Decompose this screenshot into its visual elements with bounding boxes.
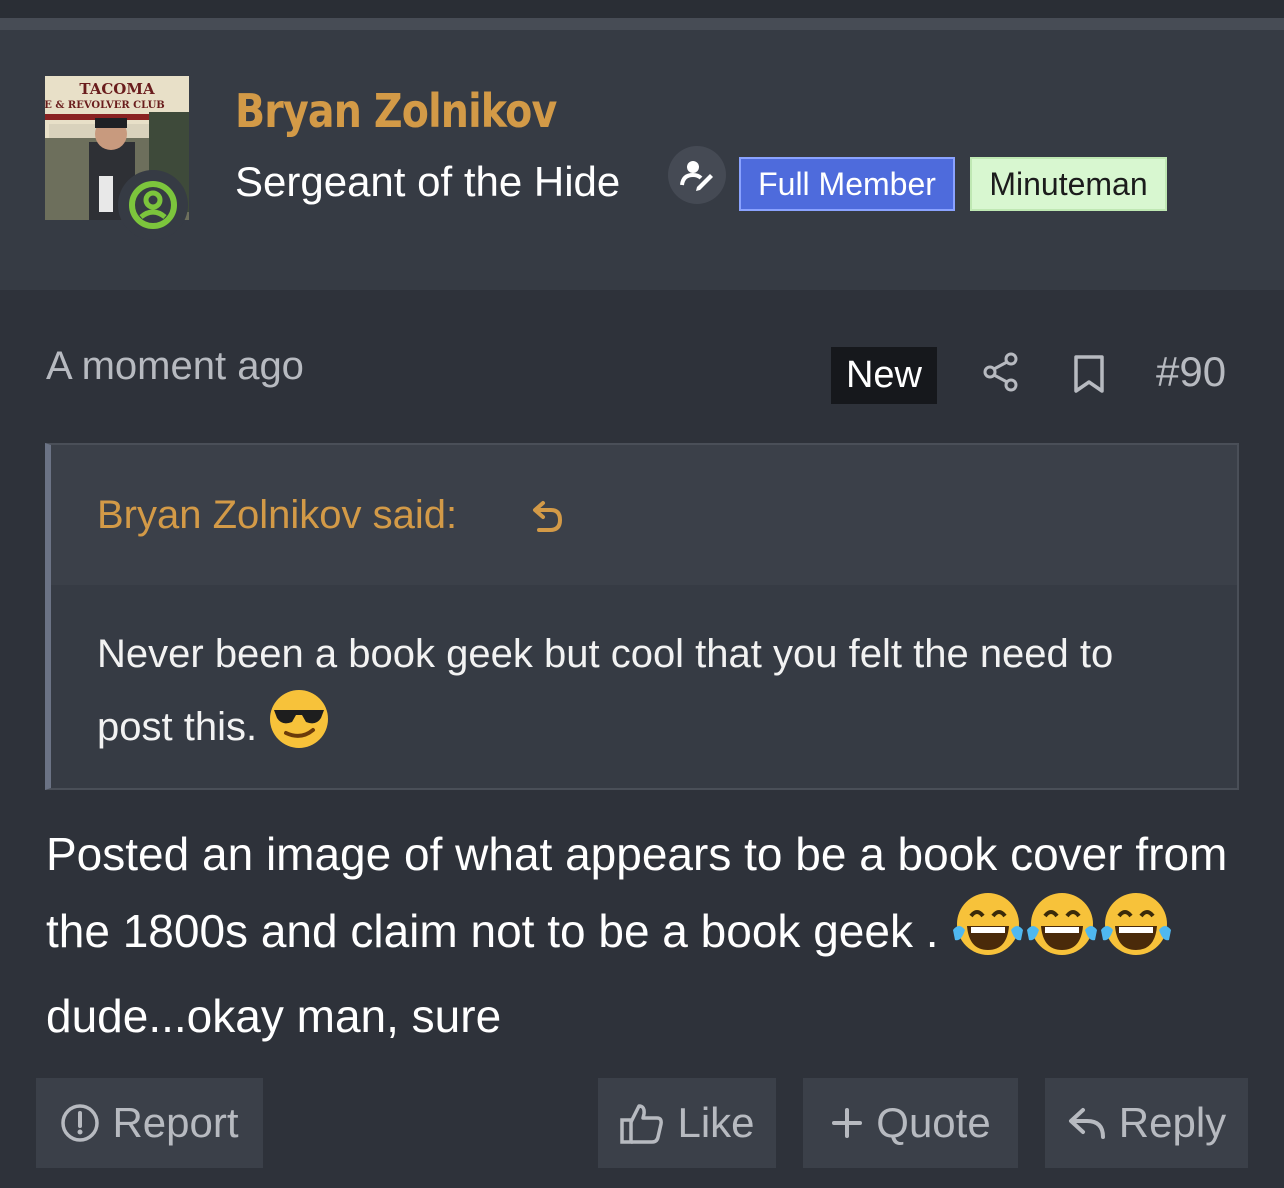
user-header: TACOMA LE & REVOLVER CLUB Bryan Zolnikov… <box>0 30 1284 290</box>
top-strip <box>0 0 1284 18</box>
quote-button[interactable]: Quote <box>803 1078 1018 1168</box>
user-edit-icon <box>668 146 726 204</box>
bookmark-icon[interactable] <box>1072 354 1106 399</box>
top-divider <box>0 18 1284 30</box>
quote-author[interactable]: Bryan Zolnikov said: <box>97 493 457 538</box>
tears-of-joy-emoji-icon <box>1099 890 1173 980</box>
new-badge: New <box>831 347 937 404</box>
share-icon[interactable] <box>982 352 1020 397</box>
quote-text-content: Never been a book geek but cool that you… <box>97 632 1114 750</box>
user-rank: Sergeant of the Hide <box>235 158 621 205</box>
avatar-sign-text: TACOMA <box>79 80 155 98</box>
tears-of-joy-emoji-icon <box>1025 890 1099 980</box>
post-number-link[interactable]: #90 <box>1156 348 1226 396</box>
quote-header: Bryan Zolnikov said: <box>51 445 1237 585</box>
report-icon <box>61 1104 100 1142</box>
quote-text: Never been a book geek but cool that you… <box>97 620 1177 771</box>
tears-of-joy-emoji-icon <box>951 890 1025 980</box>
post-body-text-end: dude...okay man, sure <box>46 990 502 1042</box>
like-button[interactable]: Like <box>598 1078 776 1168</box>
report-button[interactable]: Report <box>36 1078 263 1168</box>
reply-button[interactable]: Reply <box>1045 1078 1248 1168</box>
like-label: Like <box>677 1099 755 1146</box>
minuteman-badge: Minuteman <box>970 157 1167 211</box>
reply-label: Reply <box>1118 1099 1227 1146</box>
quote-label: Quote <box>876 1099 991 1146</box>
username[interactable]: Bryan Zolnikov <box>235 84 557 138</box>
go-to-quote-icon[interactable] <box>529 499 565 540</box>
quote-block: Bryan Zolnikov said: Never been a book g… <box>45 443 1239 790</box>
avatar-sign-line2: LE & REVOLVER CLUB <box>45 100 165 111</box>
sunglasses-emoji-icon <box>268 688 330 771</box>
full-member-badge: Full Member <box>739 157 955 211</box>
report-label: Report <box>112 1099 239 1146</box>
online-status-icon <box>118 170 188 240</box>
reply-arrow-icon <box>1068 1108 1105 1139</box>
plus-icon <box>832 1108 863 1138</box>
post-body: Posted an image of what appears to be a … <box>46 818 1246 1052</box>
post-timestamp[interactable]: A moment ago <box>46 344 304 389</box>
thumbs-up-icon <box>620 1104 664 1144</box>
